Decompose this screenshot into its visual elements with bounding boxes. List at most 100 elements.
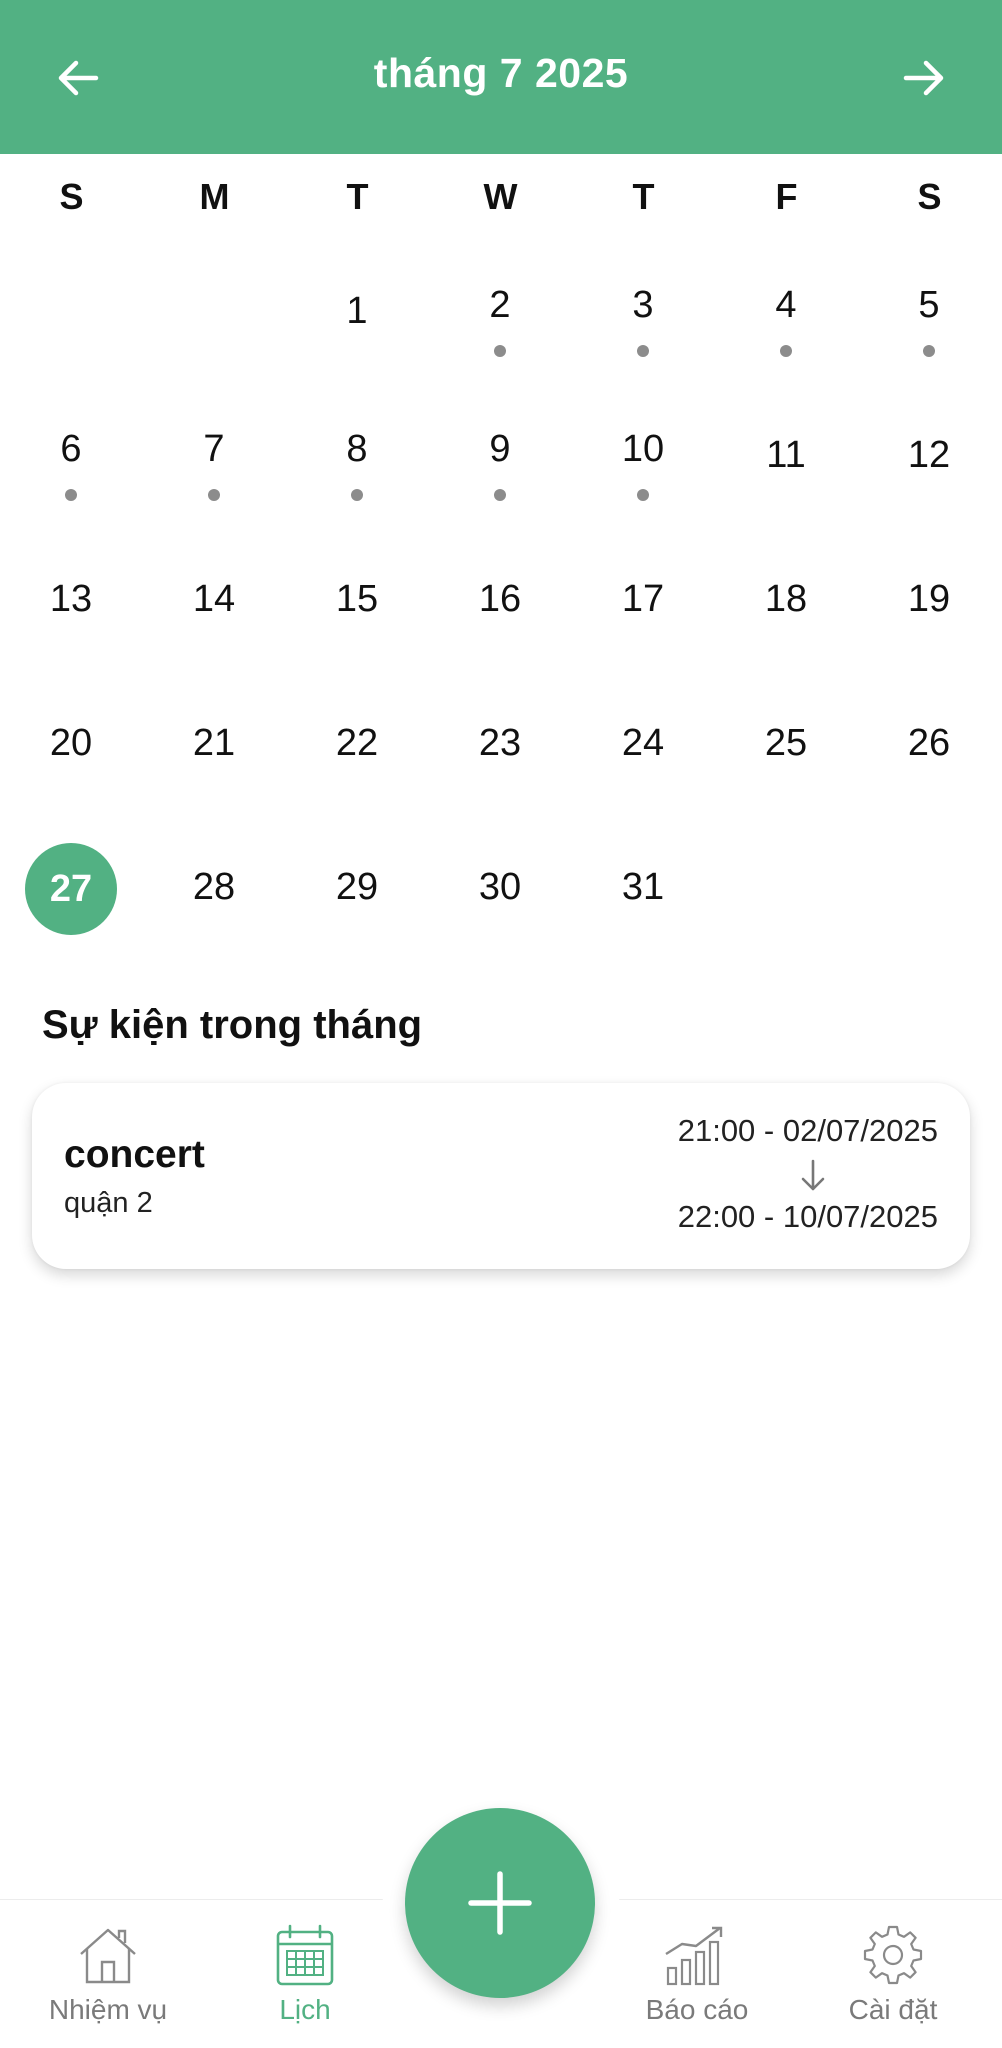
day-number: 2 [489,284,511,326]
add-event-button[interactable] [405,1808,595,1998]
weekday-label: T [346,176,369,217]
event-indicator-dot [923,345,935,357]
day-number: 11 [766,434,806,476]
calendar-day[interactable]: 23 [445,721,555,831]
calendar-day[interactable]: 8 [302,427,412,537]
day-number: 27 [25,843,117,935]
day-number: 16 [478,578,522,620]
day-number: 26 [907,722,951,764]
calendar-day[interactable]: 11 [731,433,841,543]
calendar-day[interactable]: 24 [588,721,698,831]
day-number: 12 [907,434,951,476]
calendar-day[interactable]: 21 [159,721,269,831]
day-number: 20 [49,722,93,764]
calendar-day[interactable]: 29 [302,865,412,975]
calendar-day[interactable]: 10 [588,427,698,537]
calendar-day[interactable]: 3 [588,283,698,393]
nav-label-calendar: Lịch [279,1994,331,2025]
calendar-day[interactable]: 17 [588,577,698,687]
calendar-day[interactable]: 2 [445,283,555,393]
calendar-icon [276,1924,334,1986]
event-indicator-dot [637,345,649,357]
nav-item-tasks[interactable]: Nhiệm vụ [23,1922,193,2026]
weekday-label: S [59,176,84,217]
day-number: 15 [335,578,379,620]
calendar-day[interactable]: 9 [445,427,555,537]
day-number: 8 [346,428,368,470]
calendar-header: tháng 7 2025 [0,0,1002,154]
day-number: 1 [346,290,368,332]
day-number: 4 [775,284,797,326]
calendar-day[interactable]: 15 [302,577,412,687]
event-title: concert [64,1133,205,1176]
calendar-day[interactable]: 31 [588,865,698,975]
event-end-time: 22:00 - 10/07/2025 [677,1199,938,1234]
day-number: 13 [49,578,93,620]
day-number: 14 [192,578,236,620]
calendar-day[interactable]: 26 [874,721,984,831]
nav-label-tasks: Nhiệm vụ [48,1994,168,2025]
day-number: 23 [478,722,522,764]
event-card[interactable]: concert quận 2 21:00 - 02/07/2025 22:00 … [32,1083,970,1269]
calendar-day[interactable]: 22 [302,721,412,831]
day-number: 25 [764,722,808,764]
bar-chart-icon [665,1926,723,1986]
day-number: 24 [621,722,665,764]
day-number: 19 [907,578,951,620]
arrow-right-icon [903,60,944,96]
weekday-row: SMTWTFS [0,176,1002,226]
calendar-day[interactable]: 6 [16,427,126,537]
next-month-button[interactable] [888,42,960,114]
weekday-label: F [775,176,798,217]
calendar-day[interactable]: 20 [16,721,126,831]
calendar-day[interactable]: 1 [302,289,412,399]
calendar-day[interactable]: 25 [731,721,841,831]
calendar-day[interactable]: 4 [731,283,841,393]
calendar-day[interactable]: 16 [445,577,555,687]
day-number: 7 [203,428,225,470]
nav-item-calendar[interactable]: Lịch [220,1922,390,2026]
day-number: 3 [632,284,654,326]
weekday-label: M [199,176,230,217]
day-number: 31 [621,866,665,908]
calendar-day[interactable]: 18 [731,577,841,687]
day-number: 17 [621,578,665,620]
event-indicator-dot [65,489,77,501]
day-number: 21 [192,722,236,764]
day-number: 28 [192,866,236,908]
calendar-day[interactable]: 5 [874,283,984,393]
event-indicator-dot [208,489,220,501]
day-number: 29 [335,866,379,908]
day-number: 9 [489,428,511,470]
month-title: tháng 7 2025 [373,50,629,96]
weekday-label: T [632,176,655,217]
calendar-day[interactable]: 14 [159,577,269,687]
nav-label-settings: Cài đặt [848,1994,938,2025]
event-indicator-dot [494,489,506,501]
day-number: 22 [335,722,379,764]
event-start-time: 21:00 - 02/07/2025 [677,1113,938,1148]
plus-icon [468,1871,532,1935]
events-section-title: Sự kiện trong tháng [42,1003,423,1047]
event-indicator-dot [780,345,792,357]
weekday-label: W [483,176,518,217]
weekday-label: S [917,176,942,217]
nav-label-reports: Báo cáo [645,1994,749,2025]
calendar-day[interactable]: 7 [159,427,269,537]
calendar-day[interactable]: 28 [159,865,269,975]
calendar-day[interactable]: 19 [874,577,984,687]
event-indicator-dot [494,345,506,357]
day-number: 30 [478,866,522,908]
nav-item-reports[interactable]: Báo cáo [612,1922,782,2026]
calendar-day[interactable]: 12 [874,433,984,543]
calendar-day[interactable]: 13 [16,577,126,687]
event-location: quận 2 [64,1187,153,1219]
nav-item-settings[interactable]: Cài đặt [808,1922,978,2026]
day-number: 10 [621,428,665,470]
day-number: 18 [764,578,808,620]
day-number: 5 [918,284,940,326]
calendar-day[interactable]: 30 [445,865,555,975]
event-indicator-dot [351,489,363,501]
gear-icon [863,1925,923,1985]
calendar-day-today[interactable]: 27 [16,843,126,975]
